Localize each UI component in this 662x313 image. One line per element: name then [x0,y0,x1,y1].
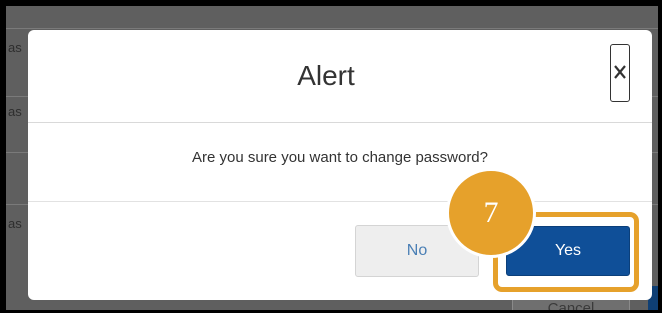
dialog-body: Are you sure you want to change password… [28,123,652,202]
background-divider [6,28,658,29]
step-number: 7 [483,196,499,229]
step-number-badge: 7 [446,168,536,258]
background-text-fragment: as [8,40,22,55]
close-button[interactable] [610,44,630,102]
background-text-fragment: as [8,216,22,231]
dialog-message: Are you sure you want to change password… [191,149,488,166]
background-text-fragment: as [8,104,22,119]
dialog-title: Alert [297,60,355,91]
alert-dialog: Alert Are you sure you want to change pa… [28,30,652,300]
dialog-header: Alert [28,30,652,123]
close-icon [614,64,626,82]
screenshot-frame: as as as Cancel Alert Are you sure you w… [0,0,662,313]
